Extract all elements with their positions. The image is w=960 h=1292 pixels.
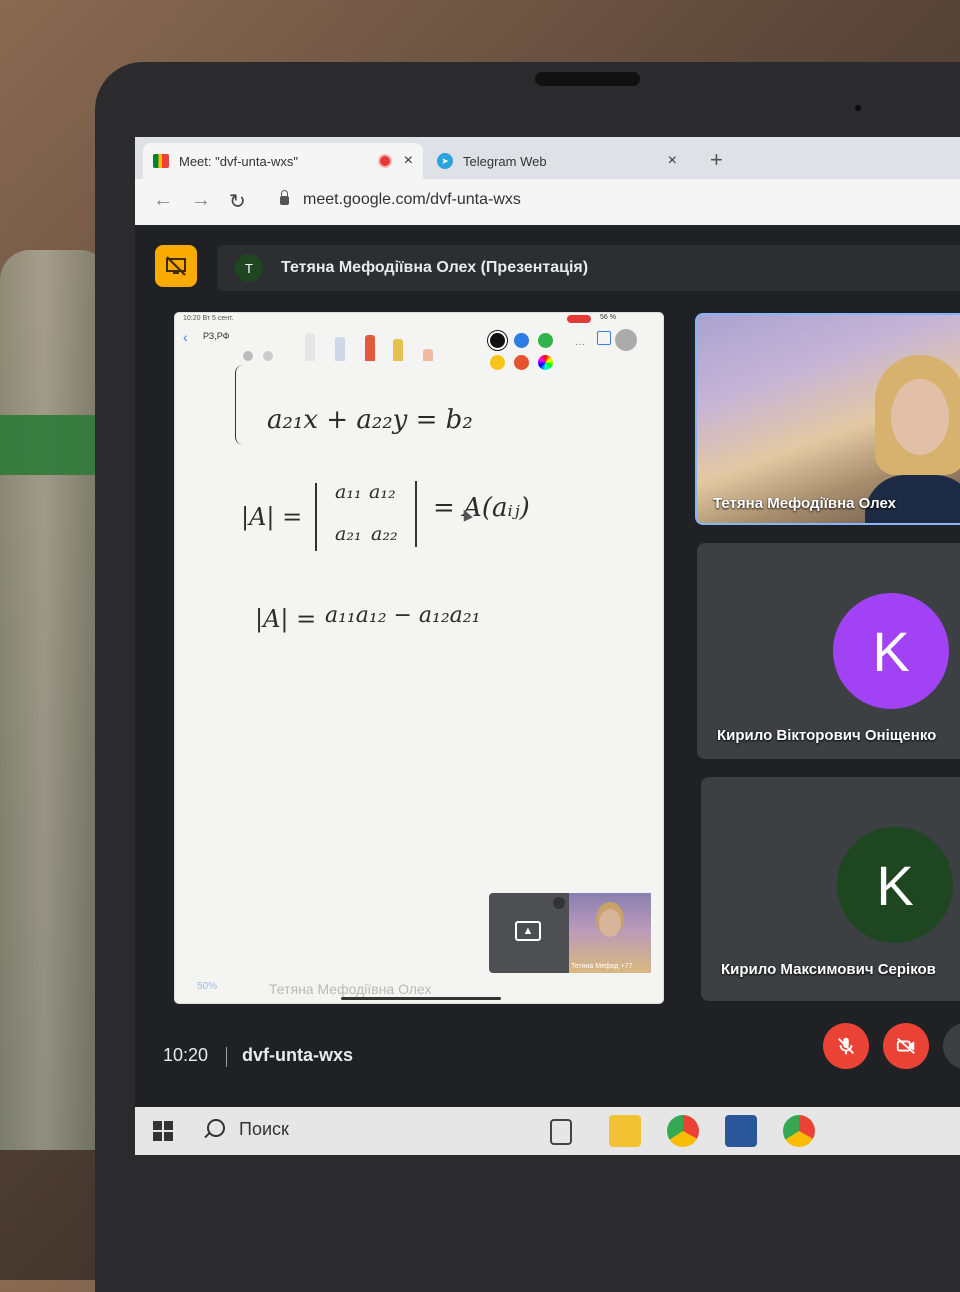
forward-icon[interactable]: → [191,189,211,212]
self-face [599,909,621,937]
ipad-recording-icon [567,315,591,323]
matrix-a12: a₁₂ [369,481,396,503]
recording-icon [377,154,392,168]
mic-off-icon [553,897,565,909]
matrix-a21: a₂₁ [335,523,362,545]
present-screen-icon[interactable]: ▲ [515,921,541,941]
color-green-icon [538,333,553,348]
camera-off-button[interactable] [883,1023,929,1069]
determinant-bar-right [415,481,417,547]
pen-toolbar [233,331,453,361]
self-view-tile[interactable]: ▲ Тетяна Мефод +77 [489,893,651,973]
reload-icon[interactable]: ↻ [229,189,246,214]
url-field[interactable]: meet.google.com/dvf-unta-wxs [280,189,521,209]
participant-tile-onishchenko[interactable]: K Кирило Вікторович Оніщенко [697,543,960,759]
color-black-icon [490,333,505,348]
meet-icon [153,154,169,168]
video-face [891,379,949,455]
formula-expression: a₁₁a₁₂ − a₁₂a₂₁ [325,603,481,628]
equation-line: a₂₁x + a₂₂y = b₂ [267,405,473,435]
chrome-icon[interactable] [667,1115,699,1147]
color-red-icon [514,355,529,370]
tab-meet-title: Meet: "dvf-unta-wxs" [179,153,299,169]
redo-icon [263,351,273,361]
pen-tool-icon [305,333,315,361]
pencil-tool-icon [335,337,345,361]
back-icon[interactable]: ← [153,189,173,212]
determinant-label: |A| = [241,503,303,531]
zoom-level: 50% [197,981,218,992]
windows-start-icon[interactable] [153,1121,173,1141]
color-yellow-icon [490,355,505,370]
undo-icon [243,351,253,361]
color-blue-icon [514,333,529,348]
participant-name: Кирило Максимович Серіков [721,961,936,978]
close-tab-button[interactable]: × [404,152,413,170]
ipad-battery: 56 % [600,314,616,321]
more-options-button[interactable] [943,1023,960,1069]
mic-off-button[interactable] [823,1023,869,1069]
search-icon[interactable] [207,1119,225,1137]
tab-meet[interactable]: Meet: "dvf-unta-wxs" × [143,143,423,179]
camera-off-icon [896,1037,915,1055]
url-text: meet.google.com/dvf-unta-wxs [303,191,521,208]
background-bottle-cap [0,415,100,475]
browser-tab-bar: Meet: "dvf-unta-wxs" × ➤ Telegram Web × … [135,137,960,179]
webcam [855,105,861,111]
chrome-profile-icon[interactable] [783,1115,815,1147]
participant-name: Тетяна Мефодіївна Олех [713,495,896,512]
marker-tool-icon [365,335,375,361]
file-explorer-icon[interactable] [609,1115,641,1147]
tab-telegram[interactable]: ➤ Telegram Web × [427,143,687,179]
presenting-icon [155,245,197,287]
ipad-more-icon: ··· [575,339,585,350]
participant-avatar: K [837,827,953,943]
meeting-code: dvf-unta-wxs [242,1045,354,1065]
address-bar: ← → ↻ meet.google.com/dvf-unta-wxs [135,179,960,225]
task-view-icon[interactable] [550,1119,572,1145]
shared-screen: 10:20 Вт 5 сент. 56 % ‹ РЗ,РФ ··· a₂₁x + [175,313,663,1003]
faded-presenter-name: Тетяна Мефодіївна Олех [269,981,432,997]
close-tab-button[interactable]: × [668,152,677,170]
matrix-notation: = A(aᵢⱼ) [433,493,530,523]
presentation-title: Тетяна Мефодіївна Олех (Презентація) [281,259,589,276]
participant-tile-presenter[interactable]: Тетяна Мефодіївна Олех [695,313,960,525]
home-indicator [341,997,501,1000]
presentation-header: T Тетяна Мефодіївна Олех (Презентація) [217,245,960,291]
formula-label: |A| = [255,605,317,633]
matrix-a22: a₂₂ [371,523,398,545]
lock-icon [280,189,289,205]
participant-tile-serikov[interactable]: K Кирило Максимович Серіков [701,777,960,1001]
divider [226,1047,227,1067]
new-tab-button[interactable]: + [710,147,723,173]
meeting-time: 10:20 [163,1045,209,1065]
tab-telegram-title: Telegram Web [463,153,547,169]
participant-name: Кирило Вікторович Оніщенко [717,727,937,744]
windows-taskbar: Поиск [135,1107,960,1155]
screen: Meet: "dvf-unta-wxs" × ➤ Telegram Web × … [135,137,960,1155]
back-chevron-icon: ‹ [183,329,188,345]
eraser-tool-icon [423,349,433,361]
highlighter-tool-icon [393,339,403,361]
presenter-avatar: T [235,254,263,282]
mic-off-icon [838,1037,854,1055]
matrix-a11: a₁₁ [335,481,362,503]
word-icon[interactable] [725,1115,757,1147]
ipad-mic-off-icon [615,329,637,351]
self-video: Тетяна Мефод +77 [569,893,651,973]
participant-avatar: K [833,593,949,709]
taskbar-search[interactable]: Поиск [239,1119,289,1140]
ipad-status-time: 10:20 Вт 5 сент. [183,315,234,322]
background-bottle [0,250,110,1150]
share-icon [597,331,611,345]
document-name: РЗ,РФ [203,331,230,341]
system-brace [235,365,246,445]
telegram-icon: ➤ [437,153,453,169]
color-picker-icon [538,355,553,370]
laptop-notch [535,72,640,86]
determinant-bar-left [315,483,317,551]
self-view-name: Тетяна Мефод +77 [571,963,633,970]
